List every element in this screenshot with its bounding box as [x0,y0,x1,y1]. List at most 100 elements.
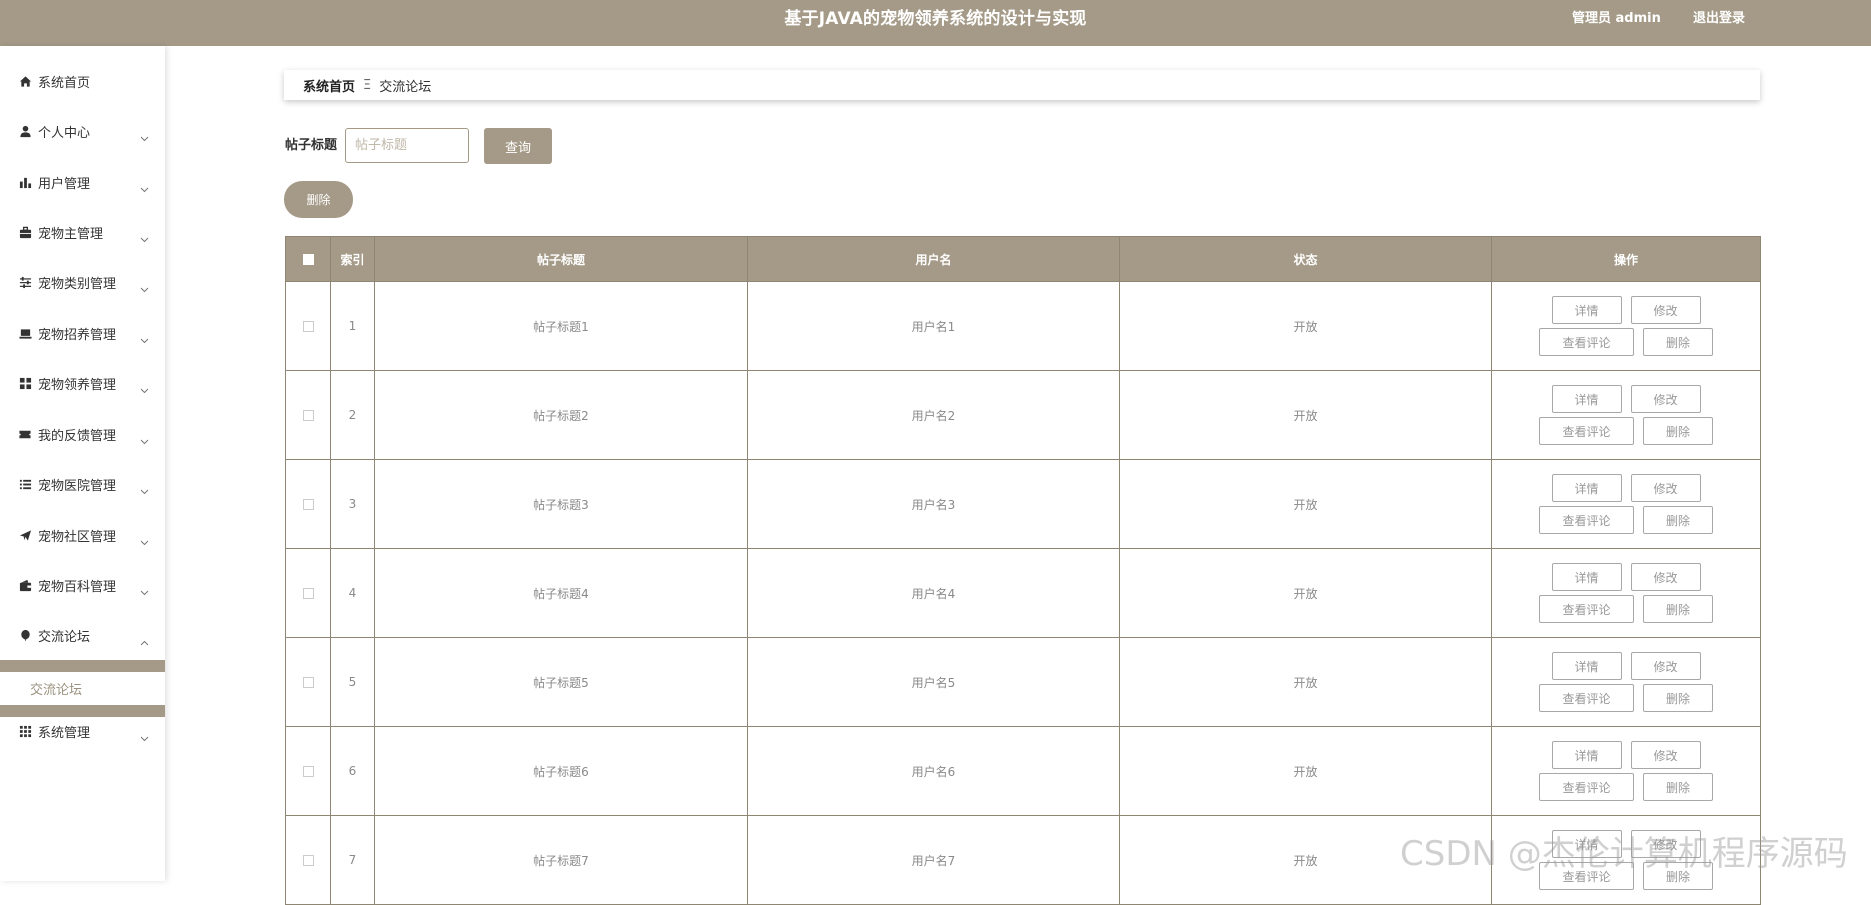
sidebar-item-label: 宠物类别管理 [38,276,117,292]
detail-button[interactable]: 详情 [1551,474,1622,502]
edit-button[interactable]: 修改 [1630,296,1701,324]
sidebar-item-profile[interactable]: 个人中心 [0,106,165,156]
edit-button[interactable]: 修改 [1630,474,1701,502]
edit-button[interactable]: 修改 [1630,385,1701,413]
sidebar-subitem-forum[interactable]: 交流论坛 [0,672,165,705]
row-actions: 详情 修改查看评论 删除 [1491,726,1761,816]
edit-button[interactable]: 修改 [1630,652,1701,680]
detail-button[interactable]: 详情 [1551,830,1622,858]
row-delete-button[interactable]: 删除 [1643,862,1713,890]
row-select-cell[interactable] [285,548,331,638]
row-title: 帖子标题1 [374,281,748,371]
row-select-cell[interactable] [285,459,331,549]
view-comments-button[interactable]: 查看评论 [1539,684,1634,712]
row-delete-button[interactable]: 删除 [1643,328,1713,356]
row-delete-button[interactable]: 删除 [1643,773,1713,801]
sidebar-item-home[interactable]: 系统首页 [0,56,165,106]
row-index: 2 [330,370,375,460]
detail-button[interactable]: 详情 [1551,652,1622,680]
sidebar-item-pet-recruit[interactable]: 宠物招养管理 [0,308,165,358]
breadcrumb-home[interactable]: 系统首页 [303,76,355,95]
sidebar-item-users[interactable]: 用户管理 [0,157,165,207]
row-username: 用户名1 [747,281,1120,371]
home-icon [18,74,32,88]
row-actions: 详情 修改查看评论 删除 [1491,281,1761,371]
ticket-icon [18,427,32,441]
row-index: 4 [330,548,375,638]
edit-button[interactable]: 修改 [1630,830,1701,858]
view-comments-button[interactable]: 查看评论 [1539,417,1634,445]
chevron-down-icon [140,581,149,596]
row-title: 帖子标题2 [374,370,748,460]
view-comments-button[interactable]: 查看评论 [1539,506,1634,534]
row-select-cell[interactable] [285,370,331,460]
table-row: 6 帖子标题6 用户名6 开放 详情 修改 查看评论 删除 [285,726,1761,816]
detail-button[interactable]: 详情 [1551,563,1622,591]
row-delete-button[interactable]: 删除 [1643,595,1713,623]
row-checkbox[interactable] [302,855,314,866]
breadcrumb-current: 交流论坛 [379,79,432,95]
briefcase-icon [18,225,32,239]
row-select-cell[interactable] [285,281,331,371]
sidebar-item-feedback[interactable]: 我的反馈管理 [0,409,165,459]
sidebar-item-pet-adoption[interactable]: 宠物领养管理 [0,358,165,408]
row-status: 开放 [1119,370,1492,460]
logout-link[interactable]: 退出登录 [1693,0,1745,38]
edit-button[interactable]: 修改 [1630,563,1701,591]
row-status: 开放 [1119,815,1492,905]
view-comments-button[interactable]: 查看评论 [1539,862,1634,890]
row-username: 用户名5 [747,637,1120,727]
row-index: 1 [330,281,375,371]
sidebar-item-label: 宠物主管理 [38,226,104,242]
sidebar-item-forum[interactable]: 交流论坛 [0,610,165,660]
sidebar-item-pet-community[interactable]: 宠物社区管理 [0,510,165,560]
row-checkbox[interactable] [302,499,314,510]
admin-label[interactable]: 管理员 admin [1572,0,1661,38]
row-username: 用户名3 [747,459,1120,549]
view-comments-button[interactable]: 查看评论 [1539,773,1634,801]
detail-button[interactable]: 详情 [1551,741,1622,769]
sliders-icon [18,275,32,289]
row-username: 用户名4 [747,548,1120,638]
edit-button[interactable]: 修改 [1630,741,1701,769]
row-select-cell[interactable] [285,815,331,905]
row-checkbox[interactable] [302,321,314,332]
select-all-checkbox[interactable] [302,254,314,265]
row-index: 7 [330,815,375,905]
table-row: 2 帖子标题2 用户名2 开放 详情 修改 查看评论 删除 [285,370,1761,460]
sidebar-item-pet-categories[interactable]: 宠物类别管理 [0,257,165,307]
search-button[interactable]: 查询 [484,128,552,164]
list-icon [18,477,32,491]
row-status: 开放 [1119,726,1492,816]
row-checkbox[interactable] [302,588,314,599]
laptop-icon [18,326,32,340]
detail-button[interactable]: 详情 [1551,385,1622,413]
bulk-delete-button[interactable]: 删除 [284,181,353,218]
row-checkbox[interactable] [302,766,314,777]
select-all-cell[interactable] [285,236,331,282]
table-row: 4 帖子标题4 用户名4 开放 详情 修改 查看评论 删除 [285,548,1761,638]
column-header-status: 状态 [1119,236,1492,282]
sidebar-item-pet-owners[interactable]: 宠物主管理 [0,207,165,257]
chevron-down-icon [140,329,149,344]
row-actions: 详情 修改查看评论 删除 [1491,815,1761,905]
row-checkbox[interactable] [302,677,314,688]
row-delete-button[interactable]: 删除 [1643,506,1713,534]
chevron-up-icon [140,631,149,646]
sidebar-subitem-label: 交流论坛 [30,683,83,698]
row-delete-button[interactable]: 删除 [1643,684,1713,712]
row-select-cell[interactable] [285,726,331,816]
search-input[interactable] [345,128,469,163]
view-comments-button[interactable]: 查看评论 [1539,595,1634,623]
sidebar-item-pet-hospital[interactable]: 宠物医院管理 [0,459,165,509]
detail-button[interactable]: 详情 [1551,296,1622,324]
chevron-down-icon [140,228,149,243]
view-comments-button[interactable]: 查看评论 [1539,328,1634,356]
row-checkbox[interactable] [302,410,314,421]
row-actions: 详情 修改查看评论 删除 [1491,370,1761,460]
sidebar: 系统首页 个人中心 用户管理宠物主管理宠物类别管理宠物招养管理 宠物领养管理 我的反馈管… [0,46,165,881]
sidebar-item-pet-wiki[interactable]: 宠物百科管理 [0,560,165,610]
column-header-actions: 操作 [1491,236,1761,282]
row-delete-button[interactable]: 删除 [1643,417,1713,445]
row-select-cell[interactable] [285,637,331,727]
